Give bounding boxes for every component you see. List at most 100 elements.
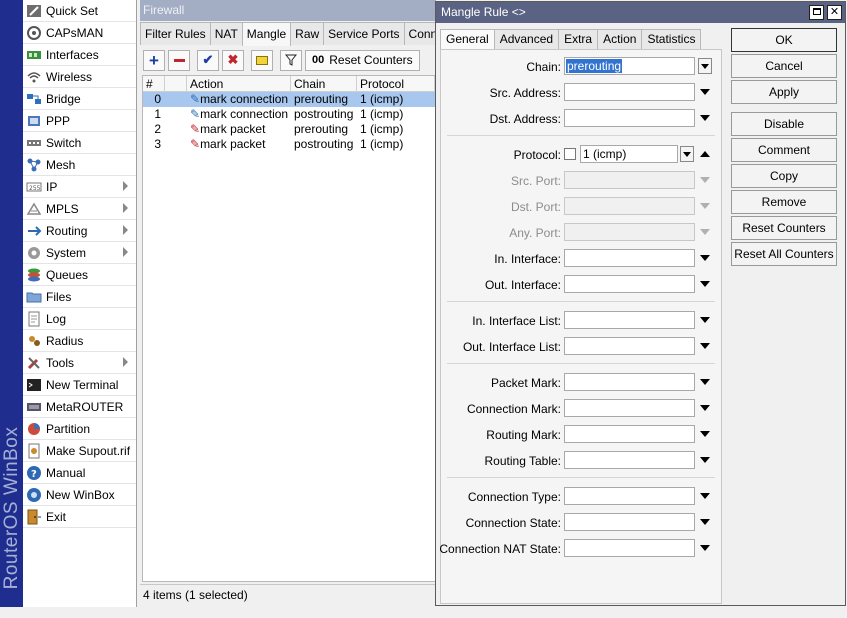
connection-state-field[interactable]: [564, 513, 695, 531]
menu-item-interfaces[interactable]: Interfaces: [23, 44, 136, 66]
routing-table-field[interactable]: [564, 451, 695, 469]
comment-button[interactable]: Comment: [731, 138, 837, 162]
connection-type-field[interactable]: [564, 487, 695, 505]
filter-button[interactable]: [280, 49, 302, 71]
menu-item-wireless[interactable]: Wireless: [23, 66, 136, 88]
menu-item-system[interactable]: System: [23, 242, 136, 264]
protocol-field[interactable]: 1 (icmp): [580, 145, 678, 163]
remove-button[interactable]: Remove: [731, 190, 837, 214]
ok-button[interactable]: OK: [731, 28, 837, 52]
collapse-arrow-icon[interactable]: [700, 151, 710, 157]
dst-address-field[interactable]: [564, 109, 695, 127]
tab-nat[interactable]: NAT: [209, 22, 243, 45]
expand-arrow-icon[interactable]: [700, 281, 710, 287]
menu-item-ip[interactable]: 255 IP: [23, 176, 136, 198]
table-row[interactable]: 1 ✎mark connection postrouting 1 (icmp): [143, 107, 435, 122]
menu-item-files[interactable]: Files: [23, 286, 136, 308]
protocol-dropdown-button[interactable]: [680, 146, 694, 162]
out-interface-field[interactable]: [564, 275, 695, 293]
packet-mark-field[interactable]: [564, 373, 695, 391]
menu-item-make-supout[interactable]: Make Supout.rif: [23, 440, 136, 462]
expand-arrow-icon[interactable]: [700, 317, 710, 323]
reset-counters-button[interactable]: 00 Reset Counters: [305, 49, 420, 71]
tab-service-ports[interactable]: Service Ports: [323, 22, 405, 45]
table-row[interactable]: 0 ✎mark connection prerouting 1 (icmp): [143, 92, 435, 107]
col-flags[interactable]: [165, 76, 187, 91]
expand-arrow-icon[interactable]: [700, 493, 710, 499]
menu-item-ppp[interactable]: PPP: [23, 110, 136, 132]
expand-arrow-icon[interactable]: [700, 405, 710, 411]
col-action[interactable]: Action: [187, 76, 291, 91]
expand-arrow-icon[interactable]: [700, 229, 710, 235]
connection-nat-state-field[interactable]: [564, 539, 695, 557]
dst-port-field[interactable]: [564, 197, 695, 215]
tab-raw[interactable]: Raw: [290, 22, 325, 45]
tab-extra[interactable]: Extra: [558, 29, 599, 49]
expand-arrow-icon[interactable]: [700, 431, 710, 437]
expand-arrow-icon[interactable]: [700, 379, 710, 385]
src-port-field[interactable]: [564, 171, 695, 189]
chain-field[interactable]: prerouting: [564, 57, 695, 75]
remove-button[interactable]: [168, 49, 190, 71]
disable-button[interactable]: ✖: [222, 49, 244, 71]
copy-button[interactable]: Copy: [731, 164, 837, 188]
src-address-field[interactable]: [564, 83, 695, 101]
menu-item-mpls[interactable]: MPLS: [23, 198, 136, 220]
col-protocol[interactable]: Protocol: [357, 76, 435, 91]
reset-counters-button[interactable]: Reset Counters: [731, 216, 837, 240]
tab-general[interactable]: General: [440, 29, 495, 50]
add-button[interactable]: +: [143, 49, 165, 71]
expand-arrow-icon[interactable]: [700, 343, 710, 349]
out-interface-list-field[interactable]: [564, 337, 695, 355]
tab-filter-rules[interactable]: Filter Rules: [140, 22, 211, 45]
col-number[interactable]: #: [143, 76, 165, 91]
menu-item-new-terminal[interactable]: New Terminal: [23, 374, 136, 396]
menu-item-log[interactable]: Log: [23, 308, 136, 330]
expand-arrow-icon[interactable]: [700, 115, 710, 121]
expand-arrow-icon[interactable]: [700, 89, 710, 95]
chain-dropdown-button[interactable]: [698, 58, 712, 74]
in-interface-list-field[interactable]: [564, 311, 695, 329]
reset-all-counters-button[interactable]: Reset All Counters: [731, 242, 837, 266]
menu-item-routing[interactable]: Routing: [23, 220, 136, 242]
menu-item-quick-set[interactable]: Quick Set: [23, 0, 136, 22]
winbox-icon: [26, 487, 42, 503]
protocol-negate-checkbox[interactable]: [564, 148, 576, 160]
close-button[interactable]: ✕: [827, 5, 842, 20]
tab-action[interactable]: Action: [597, 29, 643, 49]
expand-arrow-icon[interactable]: [700, 203, 710, 209]
menu-item-radius[interactable]: Radius: [23, 330, 136, 352]
comment-button[interactable]: [251, 49, 273, 71]
menu-item-tools[interactable]: Tools: [23, 352, 136, 374]
table-row[interactable]: 2 ✎mark packet prerouting 1 (icmp): [143, 122, 435, 137]
menu-item-exit[interactable]: Exit: [23, 506, 136, 528]
any-port-field[interactable]: [564, 223, 695, 241]
menu-item-new-winbox[interactable]: New WinBox: [23, 484, 136, 506]
menu-item-bridge[interactable]: Bridge: [23, 88, 136, 110]
apply-button[interactable]: Apply: [731, 80, 837, 104]
col-chain[interactable]: Chain: [291, 76, 357, 91]
menu-item-partition[interactable]: Partition: [23, 418, 136, 440]
menu-item-metarouter[interactable]: MetaROUTER: [23, 396, 136, 418]
table-row[interactable]: 3 ✎mark packet postrouting 1 (icmp): [143, 137, 435, 152]
expand-arrow-icon[interactable]: [700, 177, 710, 183]
expand-arrow-icon[interactable]: [700, 545, 710, 551]
disable-button[interactable]: Disable: [731, 112, 837, 136]
expand-arrow-icon[interactable]: [700, 519, 710, 525]
menu-item-capsman[interactable]: CAPsMAN: [23, 22, 136, 44]
menu-item-mesh[interactable]: Mesh: [23, 154, 136, 176]
menu-item-queues[interactable]: Queues: [23, 264, 136, 286]
cancel-button[interactable]: Cancel: [731, 54, 837, 78]
routing-mark-field[interactable]: [564, 425, 695, 443]
maximize-button[interactable]: [809, 5, 824, 20]
enable-button[interactable]: ✔: [197, 49, 219, 71]
expand-arrow-icon[interactable]: [700, 255, 710, 261]
expand-arrow-icon[interactable]: [700, 457, 710, 463]
connection-mark-field[interactable]: [564, 399, 695, 417]
tab-mangle[interactable]: Mangle: [241, 22, 292, 46]
tab-statistics[interactable]: Statistics: [641, 29, 702, 49]
in-interface-field[interactable]: [564, 249, 695, 267]
menu-item-switch[interactable]: Switch: [23, 132, 136, 154]
tab-advanced[interactable]: Advanced: [493, 29, 560, 49]
menu-item-manual[interactable]: ? Manual: [23, 462, 136, 484]
